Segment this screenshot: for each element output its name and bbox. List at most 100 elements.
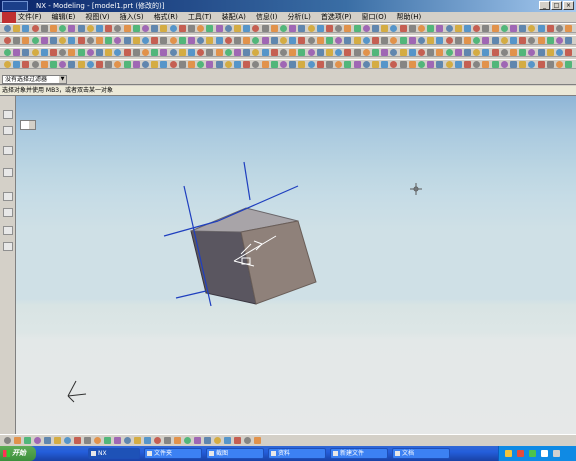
tray-app-icon[interactable] <box>517 450 524 457</box>
block-solid[interactable] <box>190 207 317 305</box>
toolbar-icon[interactable] <box>390 61 398 68</box>
toolbar-icon[interactable] <box>59 37 67 44</box>
menu-information[interactable]: 信息(I) <box>256 12 278 22</box>
toolbar-icon[interactable] <box>184 437 191 444</box>
toolbar-icon[interactable] <box>252 25 260 32</box>
toolbar-icon[interactable] <box>13 25 21 32</box>
toolbar-icon[interactable] <box>473 37 481 44</box>
toolbar-icon[interactable] <box>436 25 444 32</box>
toolbar-icon[interactable] <box>224 25 232 32</box>
toolbar-icon[interactable] <box>206 61 214 68</box>
taskbar-app-docs[interactable]: 资料 <box>268 448 326 459</box>
toolbar-icon[interactable] <box>353 49 361 56</box>
toolbar-icon[interactable] <box>372 49 379 56</box>
toolbar-icon[interactable] <box>4 37 11 44</box>
toolbar-icon[interactable] <box>132 25 140 32</box>
minimize-button[interactable]: _ <box>539 1 550 10</box>
toolbar-icon[interactable] <box>280 49 287 56</box>
toolbar-icon[interactable] <box>261 49 269 56</box>
toolbar-icon[interactable] <box>105 25 113 32</box>
toolbar-icon[interactable] <box>59 49 67 56</box>
toolbar-icon[interactable] <box>197 61 205 68</box>
menu-file[interactable]: 文件(F) <box>18 12 42 22</box>
toolbar-icon[interactable] <box>500 49 508 56</box>
toolbar-icon[interactable] <box>254 437 261 444</box>
toolbar-icon[interactable] <box>68 37 76 44</box>
toolbar-icon[interactable] <box>289 25 297 32</box>
toolbar-icon[interactable] <box>252 61 260 68</box>
toolbar-icon[interactable] <box>556 61 563 68</box>
toolbar-icon[interactable] <box>500 25 508 32</box>
toolbar-icon[interactable] <box>77 25 85 32</box>
toolbar-icon[interactable] <box>473 25 481 32</box>
toolbar-icon[interactable] <box>270 37 278 44</box>
toolbar-icon[interactable] <box>169 61 177 68</box>
toolbar-icon[interactable] <box>114 37 122 44</box>
toolbar-icon[interactable] <box>353 25 361 32</box>
toolbar-icon[interactable] <box>178 61 186 68</box>
toolbar-icon[interactable] <box>270 49 278 56</box>
toolbar-icon[interactable] <box>381 61 389 68</box>
toolbar-icon[interactable] <box>4 49 11 56</box>
view-orientation-dropdown[interactable] <box>20 120 36 130</box>
toolbar-icon[interactable] <box>482 25 490 32</box>
toolbar-icon[interactable] <box>68 61 76 68</box>
toolbar-icon[interactable] <box>335 61 343 68</box>
toolbar-icon[interactable] <box>22 61 30 68</box>
tray-app-icon[interactable] <box>553 450 560 457</box>
toolbar-icon[interactable] <box>436 49 444 56</box>
toolbar-icon[interactable] <box>399 37 407 44</box>
toolbar-icon[interactable] <box>160 49 168 56</box>
toolbar-icon[interactable] <box>124 437 131 444</box>
toolbar-icon[interactable] <box>454 37 462 44</box>
toolbar-icon[interactable] <box>105 49 113 56</box>
toolbar-icon[interactable] <box>160 61 168 68</box>
toolbar-icon[interactable] <box>289 49 297 56</box>
toolbar-icon[interactable] <box>445 37 453 44</box>
toolbar-icon[interactable] <box>188 49 195 56</box>
toolbar-icon[interactable] <box>270 61 278 68</box>
toolbar-icon[interactable] <box>408 25 416 32</box>
toolbar-icon[interactable] <box>427 61 435 68</box>
toolbar-icon[interactable] <box>178 37 186 44</box>
toolbar-icon[interactable] <box>408 37 416 44</box>
taskbar-app-capture[interactable]: 截图 <box>206 448 264 459</box>
toolbar-icon[interactable] <box>132 37 140 44</box>
toolbar-icon[interactable] <box>206 49 214 56</box>
toolbar-icon[interactable] <box>151 49 159 56</box>
toolbar-icon[interactable] <box>307 61 315 68</box>
toolbar-icon[interactable] <box>197 49 205 56</box>
toolbar-icon[interactable] <box>114 49 122 56</box>
toolbar-icon[interactable] <box>565 37 573 44</box>
toolbar-icon[interactable] <box>390 37 398 44</box>
graphics-window[interactable] <box>16 96 576 434</box>
toolbar-icon[interactable] <box>77 61 85 68</box>
toolbar-icon[interactable] <box>84 437 91 444</box>
toolbar-icon[interactable] <box>280 37 287 44</box>
toolbar-icon[interactable] <box>105 37 113 44</box>
toolbar-icon[interactable] <box>537 61 545 68</box>
toolbar-icon[interactable] <box>418 25 425 32</box>
toolbar-icon[interactable] <box>86 49 94 56</box>
toolbar-icon[interactable] <box>565 25 573 32</box>
toolbar-icon[interactable] <box>160 37 168 44</box>
toolbar-icon[interactable] <box>307 49 315 56</box>
part-navigator-icon[interactable] <box>3 126 13 135</box>
toolbar-icon[interactable] <box>215 49 223 56</box>
palette-icon[interactable] <box>3 226 13 235</box>
menu-help[interactable]: 帮助(H) <box>396 12 421 22</box>
toolbar-icon[interactable] <box>77 49 85 56</box>
toolbar-icon[interactable] <box>298 61 306 68</box>
toolbar-icon[interactable] <box>50 61 57 68</box>
toolbar-icon[interactable] <box>445 49 453 56</box>
toolbar-icon[interactable] <box>243 61 251 68</box>
toolbar-icon[interactable] <box>280 61 287 68</box>
toolbar-icon[interactable] <box>13 37 21 44</box>
toolbar-icon[interactable] <box>50 49 57 56</box>
toolbar-icon[interactable] <box>326 37 333 44</box>
toolbar-icon[interactable] <box>399 49 407 56</box>
toolbar-icon[interactable] <box>206 25 214 32</box>
toolbar-icon[interactable] <box>31 25 39 32</box>
toolbar-icon[interactable] <box>123 49 131 56</box>
toolbar-icon[interactable] <box>105 61 113 68</box>
